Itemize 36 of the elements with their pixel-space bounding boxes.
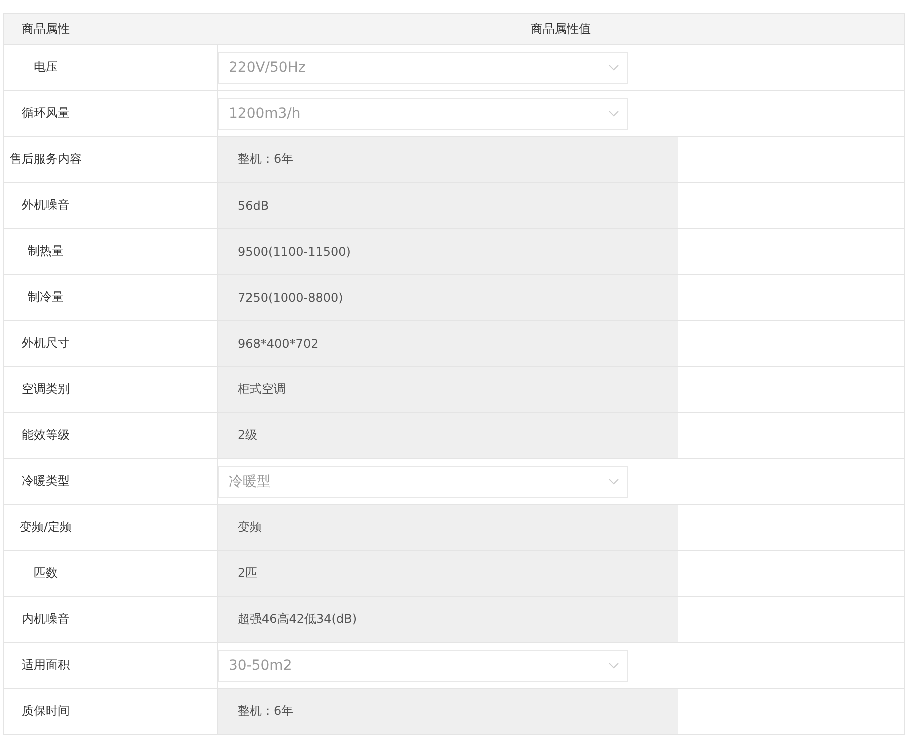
column-header: 商品属性 [22,20,70,38]
attribute-label: 制热量 [28,243,64,260]
chevron-down-icon [609,64,619,70]
select-field[interactable]: 30-50m2 [218,650,628,682]
chevron-down-icon [609,662,619,668]
select-field[interactable]: 1200m3/h [218,98,628,130]
value-cell: 968*400*702 [218,321,678,366]
attribute-label: 电压 [34,59,58,76]
attribute-label: 空调类别 [22,381,70,398]
attribute-label: 内机噪音 [22,611,70,628]
select-field[interactable]: 冷暖型 [218,466,628,498]
chevron-down-icon [609,478,619,484]
attribute-label: 变频/定频 [20,519,72,536]
attribute-label: 外机噪音 [22,197,70,214]
value-cell: 7250(1000-8800) [218,275,678,320]
column-header: 商品属性值 [531,20,591,38]
attribute-label: 冷暖类型 [22,473,70,490]
chevron-down-icon [609,110,619,116]
attribute-label: 售后服务内容 [10,151,82,168]
attribute-label: 能效等级 [22,427,70,444]
value-cell: 56dB [218,183,678,228]
value-cell: 超强46高42低34(dB) [218,597,678,642]
value-cell: 整机：6年 [218,137,678,182]
value-cell: 整机：6年 [218,689,678,734]
value-cell: 2匹 [218,551,678,596]
value-cell: 柜式空调 [218,367,678,412]
value-cell: 变频 [218,505,678,550]
attribute-label: 匹数 [34,565,58,582]
attribute-label: 制冷量 [28,289,64,306]
value-cell: 2级 [218,413,678,458]
select-field[interactable]: 220V/50Hz [218,52,628,84]
attribute-label: 循环风量 [22,105,70,122]
attribute-label: 外机尺寸 [22,335,70,352]
attribute-label: 适用面积 [22,657,70,674]
attribute-label: 质保时间 [22,703,70,720]
value-cell: 9500(1100-11500) [218,229,678,274]
